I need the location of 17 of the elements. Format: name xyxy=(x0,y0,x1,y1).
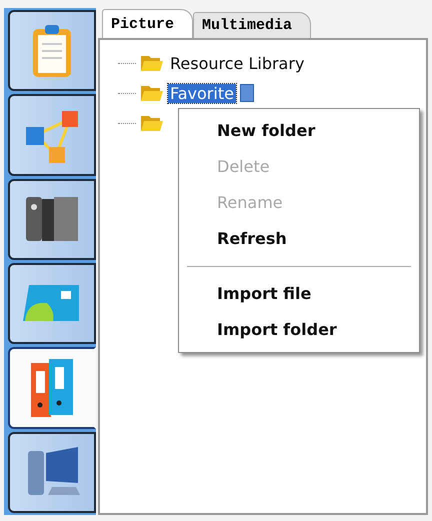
sidebar-button[interactable] xyxy=(8,262,96,344)
sidebar-button[interactable] xyxy=(8,10,96,92)
menu-item[interactable]: New folder xyxy=(179,113,419,149)
menu-item[interactable]: Import folder xyxy=(179,312,419,348)
clipboard-icon xyxy=(30,22,74,79)
tree-item[interactable]: Favorite xyxy=(168,84,236,102)
menu-item[interactable]: Import file xyxy=(179,276,419,312)
sidebar-button[interactable] xyxy=(8,432,96,513)
tab[interactable]: Multimedia xyxy=(193,12,312,38)
folder-icon xyxy=(140,53,164,73)
folder-icon xyxy=(140,83,164,103)
tab[interactable]: Picture xyxy=(102,9,194,38)
sidebar-button[interactable] xyxy=(8,178,96,260)
sidebar-button[interactable] xyxy=(8,94,96,176)
sidebar-button[interactable] xyxy=(8,347,96,429)
tree-item[interactable]: Resource Library xyxy=(168,54,306,72)
menu-item[interactable]: Refresh xyxy=(179,221,419,257)
